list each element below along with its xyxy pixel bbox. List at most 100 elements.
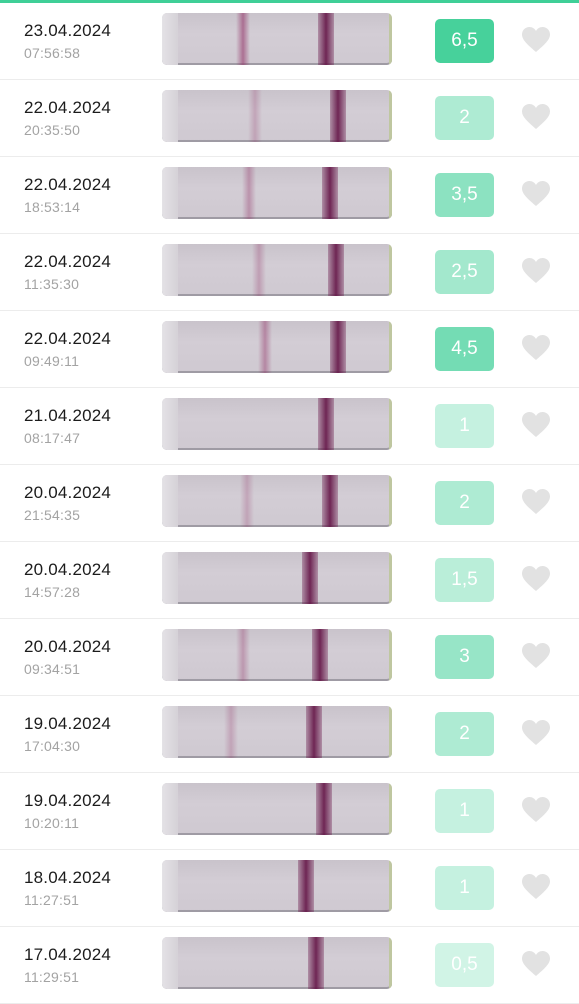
test-strip-photo[interactable]: [162, 706, 392, 758]
test-line: [224, 706, 238, 758]
test-strip-photo[interactable]: [162, 167, 392, 219]
heart-icon: [522, 874, 550, 899]
list-item[interactable]: 17.04.2024 11:29:51 0,5: [0, 927, 579, 1004]
strip-edge: [389, 13, 392, 65]
strip-end-tab: [162, 475, 178, 527]
strip-end-tab: [162, 860, 178, 912]
test-time: 18:53:14: [24, 199, 81, 215]
heart-icon[interactable]: [522, 720, 550, 746]
heart-icon[interactable]: [522, 412, 550, 438]
score-badge: 1: [435, 404, 494, 448]
heart-icon: [522, 258, 550, 283]
heart-icon[interactable]: [522, 27, 550, 53]
heart-icon[interactable]: [522, 874, 550, 900]
test-time: 11:27:51: [24, 892, 80, 908]
control-line: [330, 90, 346, 142]
test-date: 23.04.2024: [24, 21, 112, 40]
heart-icon: [522, 181, 550, 206]
test-time: 21:54:35: [24, 507, 81, 523]
control-line: [306, 706, 322, 758]
list-item[interactable]: 21.04.2024 08:17:47 1: [0, 388, 579, 465]
test-line: [252, 244, 266, 296]
test-strip-photo[interactable]: [162, 398, 392, 450]
test-date: 22.04.2024: [24, 252, 112, 271]
test-time: 09:34:51: [24, 661, 81, 677]
heart-icon: [522, 566, 550, 591]
test-strip-photo[interactable]: [162, 937, 392, 989]
heart-icon[interactable]: [522, 566, 550, 592]
strip-end-tab: [162, 244, 178, 296]
heart-icon[interactable]: [522, 258, 550, 284]
heart-icon[interactable]: [522, 797, 550, 823]
list-item[interactable]: 18.04.2024 11:27:51 1: [0, 850, 579, 927]
test-strip-photo[interactable]: [162, 629, 392, 681]
list-item[interactable]: 20.04.2024 14:57:28 1,5: [0, 542, 579, 619]
test-date: 20.04.2024: [24, 560, 112, 579]
strip-edge: [389, 552, 392, 604]
score-badge: 3,5: [435, 173, 494, 217]
list-item[interactable]: 22.04.2024 18:53:14 3,5: [0, 157, 579, 234]
list-item[interactable]: 22.04.2024 11:35:30 2,5: [0, 234, 579, 311]
score-badge: 0,5: [435, 943, 494, 987]
strip-edge: [389, 475, 392, 527]
test-strip-photo[interactable]: [162, 13, 392, 65]
test-time: 10:20:11: [24, 815, 80, 831]
strip-end-tab: [162, 90, 178, 142]
test-time: 09:49:11: [24, 353, 80, 369]
list-item[interactable]: 22.04.2024 09:49:11 4,5: [0, 311, 579, 388]
test-date: 21.04.2024: [24, 406, 112, 425]
test-time: 17:04:30: [24, 738, 81, 754]
heart-icon[interactable]: [522, 951, 550, 977]
list-item[interactable]: 20.04.2024 09:34:51 3: [0, 619, 579, 696]
list-item[interactable]: 20.04.2024 21:54:35 2: [0, 465, 579, 542]
control-line: [298, 860, 314, 912]
test-time: 08:17:47: [24, 430, 81, 446]
heart-icon: [522, 489, 550, 514]
heart-icon: [522, 720, 550, 745]
heart-icon: [522, 643, 550, 668]
score-badge: 3: [435, 635, 494, 679]
heart-icon: [522, 27, 550, 52]
heart-icon[interactable]: [522, 335, 550, 361]
strip-edge: [389, 860, 392, 912]
strip-end-tab: [162, 398, 178, 450]
list-item[interactable]: 23.04.2024 07:56:58 6,5: [0, 3, 579, 80]
test-date: 22.04.2024: [24, 98, 112, 117]
test-strip-photo[interactable]: [162, 321, 392, 373]
test-strip-photo[interactable]: [162, 475, 392, 527]
score-badge: 4,5: [435, 327, 494, 371]
control-line: [330, 321, 346, 373]
strip-edge: [389, 90, 392, 142]
heart-icon[interactable]: [522, 181, 550, 207]
test-line: [236, 629, 250, 681]
strip-end-tab: [162, 321, 178, 373]
strip-edge: [389, 783, 392, 835]
test-date: 19.04.2024: [24, 791, 112, 810]
test-date: 17.04.2024: [24, 945, 112, 964]
control-line: [318, 398, 334, 450]
score-badge: 2: [435, 481, 494, 525]
test-strip-photo[interactable]: [162, 783, 392, 835]
control-line: [318, 13, 334, 65]
test-strip-photo[interactable]: [162, 860, 392, 912]
test-strip-photo[interactable]: [162, 244, 392, 296]
list-item[interactable]: 19.04.2024 17:04:30 2: [0, 696, 579, 773]
score-badge: 2: [435, 96, 494, 140]
strip-end-tab: [162, 167, 178, 219]
test-line: [240, 475, 254, 527]
test-date: 22.04.2024: [24, 175, 112, 194]
test-history-list: 23.04.2024 07:56:58 6,5 22.04.2024 20:35…: [0, 3, 579, 1004]
strip-edge: [389, 321, 392, 373]
test-strip-photo[interactable]: [162, 552, 392, 604]
score-badge: 6,5: [435, 19, 494, 63]
strip-edge: [389, 629, 392, 681]
heart-icon[interactable]: [522, 643, 550, 669]
list-item[interactable]: 22.04.2024 20:35:50 2: [0, 80, 579, 157]
test-strip-photo[interactable]: [162, 90, 392, 142]
control-line: [312, 629, 328, 681]
heart-icon[interactable]: [522, 104, 550, 130]
heart-icon[interactable]: [522, 489, 550, 515]
test-time: 11:29:51: [24, 969, 80, 985]
list-item[interactable]: 19.04.2024 10:20:11 1: [0, 773, 579, 850]
strip-end-tab: [162, 13, 178, 65]
